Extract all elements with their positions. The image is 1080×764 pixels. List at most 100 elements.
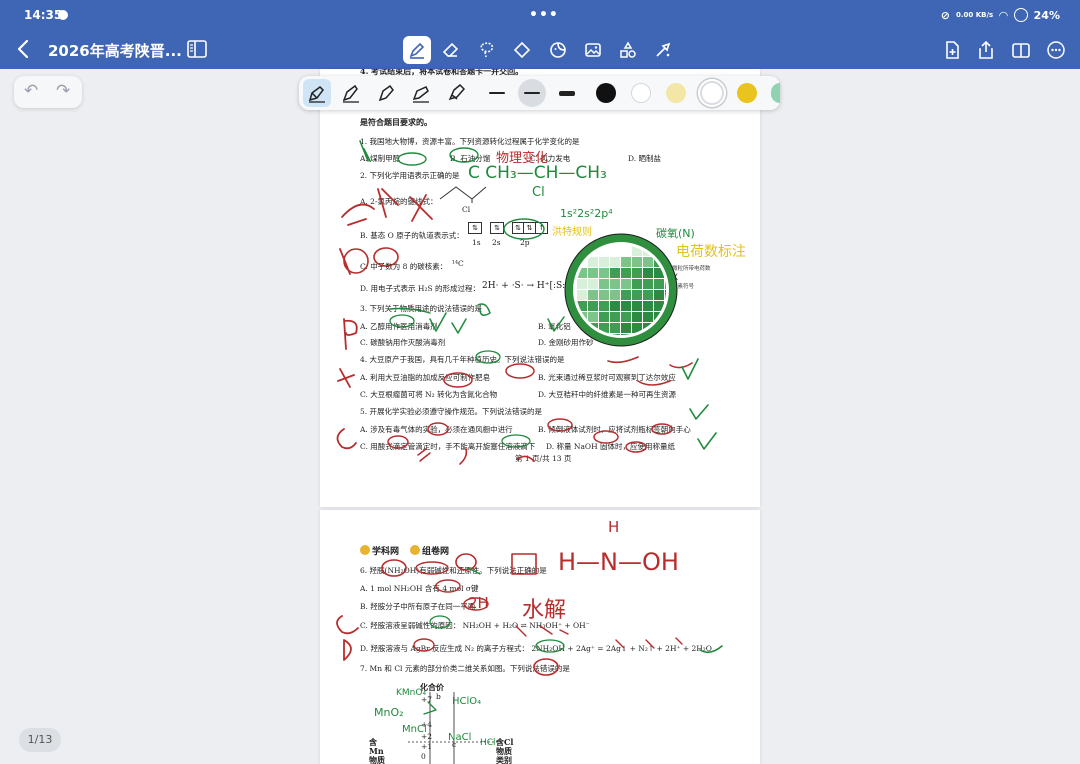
loupe-pixel bbox=[610, 268, 620, 278]
loupe-pixel bbox=[643, 290, 653, 300]
eraser-tool-button[interactable] bbox=[437, 36, 465, 64]
sticker-tool-button[interactable] bbox=[544, 36, 572, 64]
shape-tool-icon bbox=[513, 41, 531, 59]
share-icon bbox=[979, 40, 993, 59]
ink-mncl: MnCl bbox=[402, 724, 427, 735]
loupe-pixel bbox=[599, 268, 609, 278]
ink-charge-label: 电荷数标注 bbox=[676, 244, 746, 260]
loupe-pixel bbox=[654, 279, 664, 289]
loupe-pixel bbox=[621, 257, 631, 267]
loupe-pixel bbox=[621, 279, 631, 289]
loupe-pixel bbox=[610, 312, 620, 322]
loupe-pixel bbox=[588, 290, 598, 300]
loupe-pixel bbox=[599, 257, 609, 267]
loupe-pixel bbox=[610, 246, 620, 256]
loupe-pixel bbox=[621, 290, 631, 300]
loupe-pixel bbox=[632, 257, 642, 267]
undo-icon[interactable]: ↶ bbox=[24, 81, 38, 101]
status-time: 14:35 bbox=[24, 8, 63, 22]
loupe-pixel bbox=[621, 323, 631, 333]
status-right: ⊘ 0.00 KB/s ◠ 24% bbox=[941, 8, 1060, 22]
brush-pen-button[interactable] bbox=[372, 79, 400, 107]
brush-pen-icon bbox=[378, 84, 394, 102]
loupe-pixel bbox=[643, 268, 653, 278]
fountain-pen-button[interactable] bbox=[303, 79, 331, 107]
magnifier-loupe bbox=[564, 233, 678, 347]
loupe-pixel bbox=[643, 257, 653, 267]
color-selected-white[interactable] bbox=[700, 81, 724, 105]
loupe-pixel bbox=[632, 301, 642, 311]
share-button[interactable] bbox=[972, 36, 1000, 64]
image-tool-icon bbox=[585, 43, 601, 57]
pdf-page-1[interactable]: 4. 考试结束后，将本试卷和答题卡一并交回。 是符合题目要求的。 1. 我国地大… bbox=[320, 69, 760, 507]
loupe-pixel bbox=[621, 301, 631, 311]
loupe-pixel bbox=[610, 323, 620, 333]
loupe-pixel bbox=[577, 279, 587, 289]
redo-icon[interactable]: ↷ bbox=[56, 81, 70, 101]
loupe-pixel bbox=[654, 235, 664, 245]
loupe-pixel bbox=[654, 334, 664, 335]
status-bar: 14:35 ••• ⊘ 0.00 KB/s ◠ 24% bbox=[0, 0, 1080, 30]
add-page-button[interactable] bbox=[938, 36, 966, 64]
network-speed: 0.00 KB/s bbox=[955, 11, 994, 19]
ballpoint-pen-icon bbox=[342, 84, 359, 103]
loupe-pixel bbox=[632, 279, 642, 289]
color-yellow[interactable] bbox=[737, 83, 757, 103]
ink-annotations[interactable] bbox=[320, 69, 760, 507]
thickness-thin[interactable] bbox=[483, 79, 511, 107]
pen-tool-button[interactable] bbox=[403, 36, 431, 64]
fountain-pen-icon bbox=[308, 86, 325, 103]
loupe-pixel bbox=[588, 312, 598, 322]
pdf-page-2[interactable]: 学科网 组卷网 6. 羟胺(NH₂OH)有弱碱性和还原性。下列说法正确的是 A.… bbox=[320, 510, 760, 764]
battery-ring-icon bbox=[1013, 8, 1028, 22]
laser-tool-icon bbox=[656, 42, 671, 57]
lasso-tool-button[interactable] bbox=[473, 36, 501, 64]
book-view-icon bbox=[1012, 43, 1030, 58]
pencil-button[interactable] bbox=[407, 79, 435, 107]
wifi-icon: ◠ bbox=[999, 8, 1008, 22]
ink-propane-formula: C CH₃—CH—CH₃ bbox=[468, 163, 607, 183]
loupe-pixel bbox=[665, 235, 675, 245]
loupe-pixel bbox=[621, 312, 631, 322]
color-cream[interactable] bbox=[666, 83, 686, 103]
loupe-pixel bbox=[621, 268, 631, 278]
loupe-pixel bbox=[599, 301, 609, 311]
ink-cl-label: Cl bbox=[532, 185, 545, 200]
back-chevron-icon[interactable] bbox=[14, 38, 34, 60]
more-options-button[interactable] bbox=[1042, 36, 1070, 64]
loupe-pixel bbox=[610, 257, 620, 267]
loupe-pixel bbox=[654, 290, 664, 300]
ink-h-top: H bbox=[608, 518, 620, 536]
document-title[interactable]: 2026年高考陕晋... bbox=[48, 40, 182, 61]
loupe-pixel bbox=[566, 323, 576, 333]
ink-annotations-page2[interactable] bbox=[320, 510, 760, 764]
image-tool-button[interactable] bbox=[579, 36, 607, 64]
thickness-medium[interactable] bbox=[518, 79, 546, 107]
color-white[interactable] bbox=[631, 83, 651, 103]
elements-tool-button[interactable] bbox=[614, 36, 642, 64]
outline-panel-icon[interactable] bbox=[186, 39, 208, 59]
ink-hydrolysis: 水解 bbox=[522, 598, 567, 623]
loupe-pixel bbox=[632, 268, 642, 278]
ink-hcl: HCl bbox=[480, 738, 496, 748]
ink-nacl: NaCl bbox=[448, 732, 472, 743]
mute-icon: ⊘ bbox=[940, 8, 950, 22]
two-page-view-button[interactable] bbox=[1007, 36, 1035, 64]
loupe-pixel bbox=[577, 290, 587, 300]
shape-tool-button[interactable] bbox=[508, 36, 536, 64]
ink-electron-config: 1s²2s²2p⁴ bbox=[560, 207, 613, 220]
ballpoint-pen-button[interactable] bbox=[337, 79, 365, 107]
laser-tool-button[interactable] bbox=[649, 36, 677, 64]
color-mint[interactable] bbox=[771, 83, 780, 103]
loupe-pixel bbox=[566, 246, 576, 256]
highlighter-icon bbox=[448, 83, 466, 101]
multitask-dots-icon[interactable]: ••• bbox=[529, 7, 559, 23]
loupe-pixel bbox=[599, 312, 609, 322]
color-black[interactable] bbox=[596, 83, 616, 103]
thickness-thick[interactable] bbox=[553, 79, 581, 107]
loupe-pixel bbox=[643, 279, 653, 289]
page-indicator[interactable]: 1/13 bbox=[19, 728, 61, 752]
highlighter-button[interactable] bbox=[442, 79, 470, 107]
loupe-pixel bbox=[588, 268, 598, 278]
loupe-pixel bbox=[632, 312, 642, 322]
